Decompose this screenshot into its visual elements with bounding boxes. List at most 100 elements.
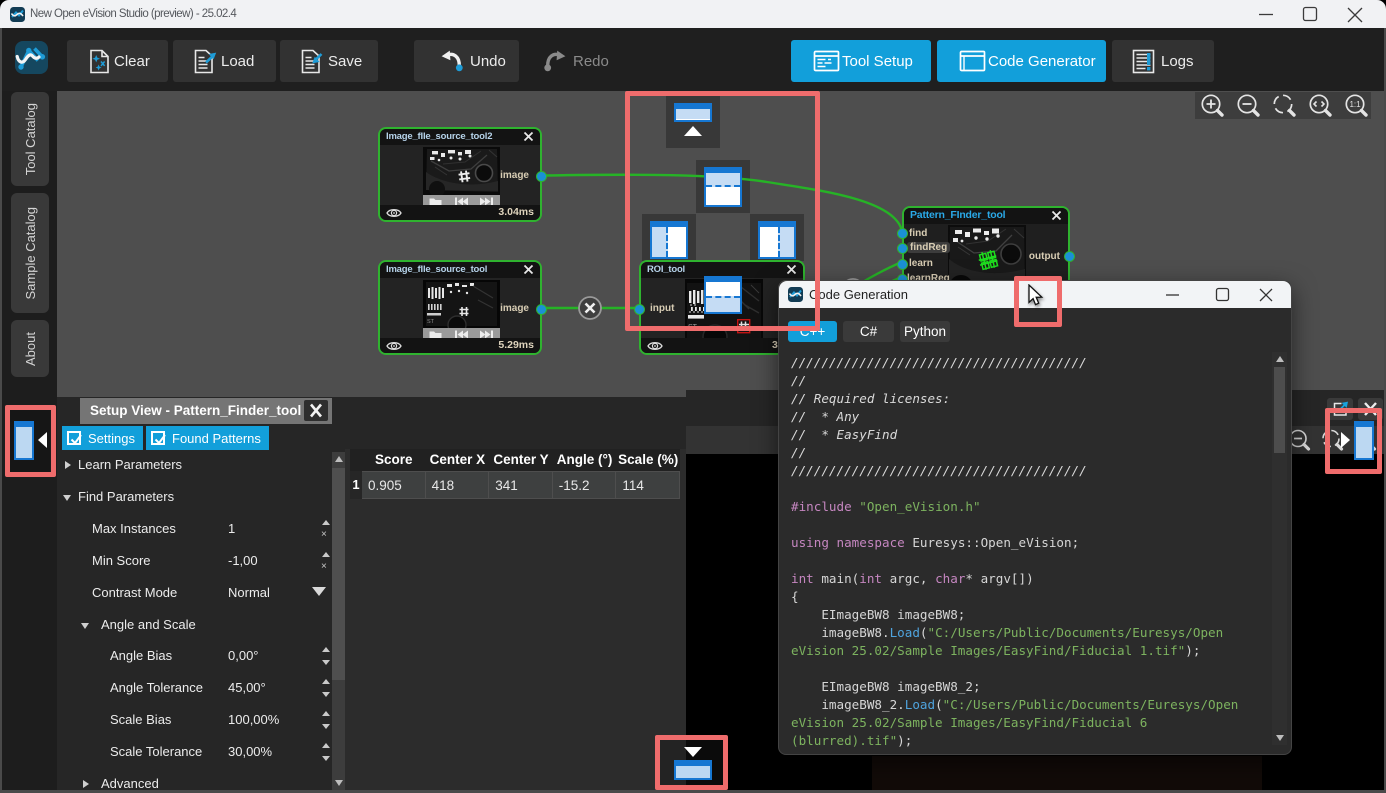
scroll-up-icon[interactable]: [1276, 356, 1284, 362]
visibility-eye-icon[interactable]: [647, 340, 663, 352]
node-close-icon[interactable]: [523, 264, 534, 275]
spinner-down-icon[interactable]: [322, 660, 330, 665]
zoom-width-icon[interactable]: [1303, 92, 1339, 119]
scroll-down-icon[interactable]: [335, 780, 343, 786]
undo-button[interactable]: Undo: [414, 40, 519, 82]
tree-row-find-parameters[interactable]: Find Parameters: [57, 481, 347, 513]
redo-button[interactable]: Redo: [541, 40, 611, 82]
link-delete-button[interactable]: [577, 295, 603, 321]
collapse-icon[interactable]: [81, 623, 89, 629]
maximize-button[interactable]: [1207, 281, 1237, 308]
minimize-button[interactable]: [1249, 0, 1283, 28]
zoom-out-icon[interactable]: [1231, 92, 1267, 119]
tree-row-learn-parameters[interactable]: Learn Parameters: [57, 449, 347, 481]
close-button[interactable]: [1338, 0, 1372, 28]
tree-scrollbar[interactable]: [332, 452, 345, 790]
tool-setup-button[interactable]: Tool Setup: [791, 40, 931, 82]
collapse-icon[interactable]: [63, 495, 71, 501]
tree-row-max-instances[interactable]: Max Instances1×: [57, 513, 347, 545]
node-close-icon[interactable]: [1051, 210, 1062, 221]
scroll-up-icon[interactable]: [335, 456, 343, 462]
node-image-file-source-tool2[interactable]: Image_fIle_source_tool2: [378, 127, 542, 222]
tree-row-angle-tolerance[interactable]: Angle Tolerance45,00°: [57, 672, 347, 704]
zoom-fit-icon[interactable]: [1267, 92, 1303, 119]
close-button[interactable]: [1251, 281, 1281, 308]
spinner-up-icon[interactable]: [322, 711, 330, 716]
node-preview[interactable]: ST: [423, 280, 500, 328]
expand-icon[interactable]: [65, 461, 71, 469]
input-port-findreg[interactable]: [897, 243, 908, 254]
table-cell[interactable]: 0.905: [362, 471, 426, 499]
param-value[interactable]: 45,00°: [228, 680, 266, 695]
table-cell[interactable]: 114: [616, 471, 680, 499]
param-value[interactable]: -1,00: [228, 553, 258, 568]
param-value[interactable]: 30,00%: [228, 744, 272, 759]
spinner-down-icon[interactable]: [322, 724, 330, 729]
tree-scrollbar-thumb[interactable]: [332, 468, 345, 680]
load-button[interactable]: Load: [173, 40, 276, 82]
table-header-3[interactable]: Angle (°): [553, 449, 617, 471]
output-port[interactable]: [536, 304, 547, 315]
table-header-1[interactable]: Center X: [426, 449, 490, 471]
table-cell[interactable]: 418: [426, 471, 490, 499]
table-header-0[interactable]: Score: [362, 449, 426, 471]
clear-value-icon[interactable]: ×: [321, 529, 327, 540]
spinner-up-icon[interactable]: [322, 552, 330, 557]
node-preview[interactable]: [423, 147, 500, 195]
spinner-up-icon[interactable]: [322, 743, 330, 748]
table-header-2[interactable]: Center Y: [489, 449, 553, 471]
param-value[interactable]: 0,00°: [228, 648, 259, 663]
sidebar-tab-sample-catalog[interactable]: Sample Catalog: [11, 193, 49, 313]
table-cell[interactable]: 341: [489, 471, 553, 499]
visibility-eye-icon[interactable]: [386, 207, 402, 219]
tree-row-angle-and-scale[interactable]: Angle and Scale: [57, 609, 347, 641]
tab-python[interactable]: Python: [900, 321, 950, 342]
sidebar-tab-about[interactable]: About: [11, 320, 49, 377]
spinner-down-icon[interactable]: [322, 756, 330, 761]
logs-button[interactable]: Logs: [1112, 40, 1214, 82]
expand-icon[interactable]: [83, 780, 89, 788]
settings-checkbox[interactable]: Settings: [62, 426, 143, 450]
visibility-eye-icon[interactable]: [386, 340, 402, 352]
spinner-up-icon[interactable]: [322, 679, 330, 684]
minimize-button[interactable]: [1157, 281, 1187, 308]
clear-value-icon[interactable]: ×: [321, 561, 327, 572]
setup-view-close-button[interactable]: [304, 400, 328, 421]
node-image-file-source-tool[interactable]: Image_fIle_source_tool ST: [378, 260, 542, 355]
node-close-icon[interactable]: [523, 131, 534, 142]
zoom-actual-size-icon[interactable]: 1:1: [1339, 92, 1375, 119]
code-generation-window[interactable]: Code Generation C++ C# Python //////////…: [778, 280, 1292, 755]
dropdown-icon[interactable]: [312, 587, 326, 596]
input-port-find[interactable]: [897, 228, 908, 239]
output-port[interactable]: [1064, 251, 1075, 262]
param-value[interactable]: Normal: [228, 585, 270, 600]
input-port-learn[interactable]: [897, 259, 908, 270]
generated-code[interactable]: ////////////////////////////////////////…: [791, 354, 1259, 734]
param-value[interactable]: 100,00%: [228, 712, 279, 727]
found-patterns-checkbox[interactable]: Found Patterns: [146, 426, 269, 450]
window-titlebar[interactable]: New Open eVision Studio (preview) - 25.0…: [0, 0, 1386, 28]
spinner-up-icon[interactable]: [322, 520, 330, 525]
tree-row-angle-bias[interactable]: Angle Bias0,00°: [57, 640, 347, 672]
clear-button[interactable]: Clear: [67, 40, 168, 82]
sidebar-tab-tool-catalog[interactable]: Tool Catalog: [11, 92, 49, 186]
setup-view-header[interactable]: Setup View - Pattern_Finder_tool: [80, 398, 332, 424]
tree-row-contrast-mode[interactable]: Contrast ModeNormal: [57, 577, 347, 609]
tree-row-scale-tolerance[interactable]: Scale Tolerance30,00%: [57, 736, 347, 768]
table-header-4[interactable]: Scale (%): [616, 449, 680, 471]
zoom-in-icon[interactable]: [1195, 92, 1231, 119]
maximize-button[interactable]: [1293, 0, 1327, 28]
code-scrollbar-thumb[interactable]: [1274, 367, 1285, 453]
save-button[interactable]: Save: [280, 40, 378, 82]
output-port[interactable]: [536, 171, 547, 182]
tree-row-scale-bias[interactable]: Scale Bias100,00%: [57, 704, 347, 736]
spinner-down-icon[interactable]: [322, 692, 330, 697]
table-cell[interactable]: -15.2: [553, 471, 617, 499]
code-scrollbar[interactable]: [1272, 352, 1287, 745]
scroll-down-icon[interactable]: [1276, 735, 1284, 741]
param-value[interactable]: 1: [228, 521, 235, 536]
tab-csharp[interactable]: C#: [843, 321, 894, 342]
spinner-up-icon[interactable]: [322, 647, 330, 652]
tree-row-min-score[interactable]: Min Score-1,00×: [57, 545, 347, 577]
code-generator-button[interactable]: Code Generator: [937, 40, 1106, 82]
